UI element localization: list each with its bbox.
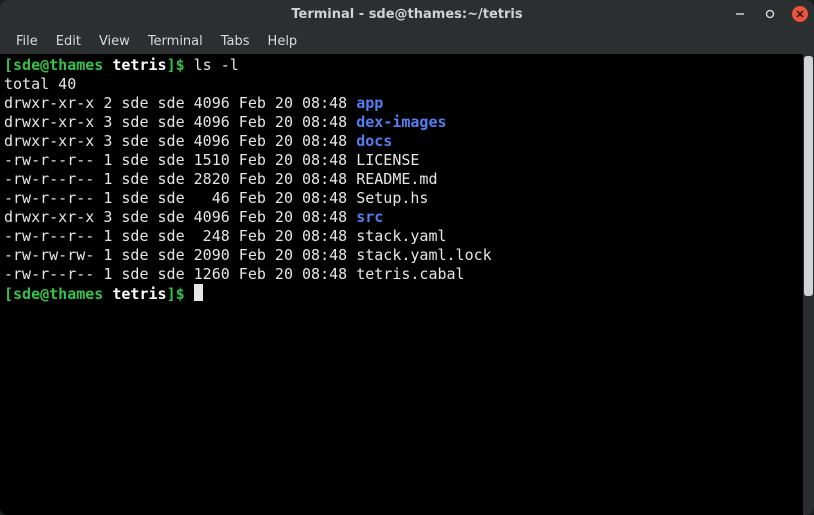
listing-row: -rw-r--r-- 1 sde sde 1260 Feb 20 08:48 t… <box>4 265 799 284</box>
listing-row: -rw-r--r-- 1 sde sde 1510 Feb 20 08:48 L… <box>4 151 799 170</box>
listing-row: -rw-r--r-- 1 sde sde 248 Feb 20 08:48 st… <box>4 227 799 246</box>
prompt-bracket-open: [ <box>4 285 13 303</box>
menu-tabs[interactable]: Tabs <box>213 31 258 52</box>
terminal-window: Terminal - sde@thames:~/tetris File Edit… <box>0 0 814 515</box>
prompt-user-host: sde@thames <box>13 56 103 74</box>
terminal-body: [sde@thames tetris]$ ls -ltotal 40drwxr-… <box>0 54 814 515</box>
listing-meta: -rw-r--r-- 1 sde sde 248 Feb 20 08:48 <box>4 227 356 245</box>
listing-file-name: tetris.cabal <box>356 265 464 283</box>
listing-meta: -rw-r--r-- 1 sde sde 2820 Feb 20 08:48 <box>4 170 356 188</box>
listing-meta: drwxr-xr-x 3 sde sde 4096 Feb 20 08:48 <box>4 208 356 226</box>
listing-file-name: stack.yaml <box>356 227 446 245</box>
scrollbar[interactable] <box>803 54 814 515</box>
prompt-bracket-open: [ <box>4 56 13 74</box>
maximize-button[interactable] <box>762 6 778 22</box>
listing-row: -rw-r--r-- 1 sde sde 2820 Feb 20 08:48 R… <box>4 170 799 189</box>
listing-dir-name: app <box>356 94 383 112</box>
minimize-icon <box>735 9 745 19</box>
prompt-user-host: sde@thames <box>13 285 103 303</box>
prompt-cwd: tetris <box>112 56 166 74</box>
listing-row: drwxr-xr-x 3 sde sde 4096 Feb 20 08:48 s… <box>4 208 799 227</box>
menu-help[interactable]: Help <box>260 31 306 52</box>
listing-dir-name: docs <box>356 132 392 150</box>
prompt-suffix: ]$ <box>167 56 194 74</box>
scrollbar-thumb[interactable] <box>804 56 813 296</box>
menu-edit[interactable]: Edit <box>48 31 89 52</box>
listing-dir-name: dex-images <box>356 113 446 131</box>
listing-meta: drwxr-xr-x 3 sde sde 4096 Feb 20 08:48 <box>4 132 356 150</box>
listing-dir-name: src <box>356 208 383 226</box>
menubar: File Edit View Terminal Tabs Help <box>0 28 814 54</box>
listing-meta: drwxr-xr-x 3 sde sde 4096 Feb 20 08:48 <box>4 113 356 131</box>
listing-meta: -rw-rw-rw- 1 sde sde 2090 Feb 20 08:48 <box>4 246 356 264</box>
cursor <box>194 284 203 301</box>
terminal-output[interactable]: [sde@thames tetris]$ ls -ltotal 40drwxr-… <box>0 54 803 515</box>
listing-meta: drwxr-xr-x 2 sde sde 4096 Feb 20 08:48 <box>4 94 356 112</box>
menu-view[interactable]: View <box>91 31 138 52</box>
titlebar: Terminal - sde@thames:~/tetris <box>0 0 814 28</box>
listing-meta: -rw-r--r-- 1 sde sde 1260 Feb 20 08:48 <box>4 265 356 283</box>
prompt-line: [sde@thames tetris]$ ls -l <box>4 56 799 75</box>
listing-file-name: README.md <box>356 170 437 188</box>
listing-row: drwxr-xr-x 2 sde sde 4096 Feb 20 08:48 a… <box>4 94 799 113</box>
listing-meta: -rw-r--r-- 1 sde sde 46 Feb 20 08:48 <box>4 189 356 207</box>
listing-file-name: Setup.hs <box>356 189 428 207</box>
listing-file-name: stack.yaml.lock <box>356 246 491 264</box>
command-text: ls -l <box>194 56 239 74</box>
prompt-line: [sde@thames tetris]$ <box>4 284 799 304</box>
menu-file[interactable]: File <box>8 31 46 52</box>
window-controls <box>732 0 808 28</box>
listing-file-name: LICENSE <box>356 151 419 169</box>
prompt-suffix: ]$ <box>167 285 194 303</box>
prompt-cwd: tetris <box>112 285 166 303</box>
window-title: Terminal - sde@thames:~/tetris <box>0 7 814 22</box>
maximize-icon <box>765 9 775 19</box>
listing-row: -rw-rw-rw- 1 sde sde 2090 Feb 20 08:48 s… <box>4 246 799 265</box>
close-button[interactable] <box>792 6 808 22</box>
minimize-button[interactable] <box>732 6 748 22</box>
total-line: total 40 <box>4 75 799 94</box>
menu-terminal[interactable]: Terminal <box>140 31 211 52</box>
listing-meta: -rw-r--r-- 1 sde sde 1510 Feb 20 08:48 <box>4 151 356 169</box>
listing-row: drwxr-xr-x 3 sde sde 4096 Feb 20 08:48 d… <box>4 113 799 132</box>
listing-row: drwxr-xr-x 3 sde sde 4096 Feb 20 08:48 d… <box>4 132 799 151</box>
listing-row: -rw-r--r-- 1 sde sde 46 Feb 20 08:48 Set… <box>4 189 799 208</box>
close-icon <box>796 10 804 18</box>
